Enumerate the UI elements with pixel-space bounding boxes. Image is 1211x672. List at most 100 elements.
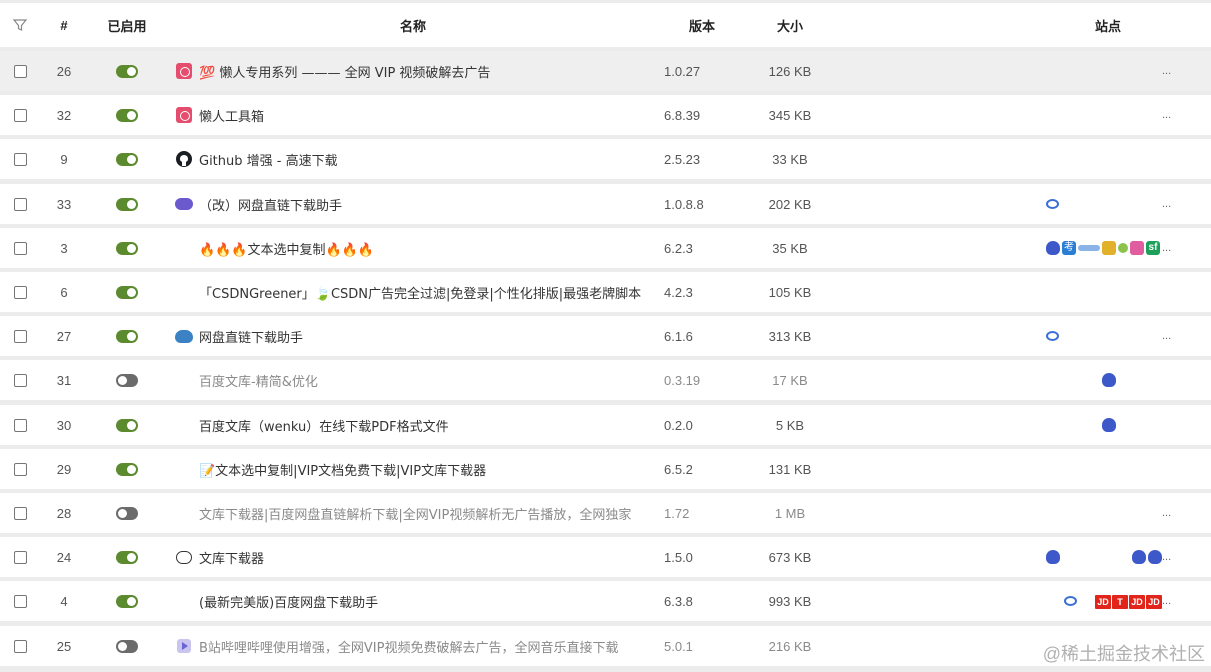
- script-name-cell[interactable]: B站哔哩哔哩使用增强，全网VIP视频免费破解去广告，全网音乐直接下载: [199, 626, 649, 666]
- row-checkbox[interactable]: [13, 373, 27, 387]
- jd-icon[interactable]: JD: [1129, 595, 1145, 609]
- row-checkbox[interactable]: [13, 285, 27, 299]
- script-name[interactable]: （改）网盘直链下载助手: [199, 195, 342, 214]
- script-name[interactable]: 百度文库（wenku）在线下载PDF格式文件: [199, 416, 449, 435]
- script-name-cell[interactable]: 百度文库（wenku）在线下载PDF格式文件: [199, 405, 649, 445]
- table-row[interactable]: 25 B站哔哩哔哩使用增强，全网VIP视频免费破解去广告，全网音乐直接下载 5.0.…: [0, 626, 1211, 666]
- row-checkbox[interactable]: [13, 241, 27, 255]
- row-checkbox[interactable]: [13, 197, 27, 211]
- colorful-icon[interactable]: [1130, 241, 1144, 255]
- enabled-toggle[interactable]: [116, 152, 138, 166]
- sites-more[interactable]: ...: [1162, 51, 1171, 91]
- enabled-toggle[interactable]: [116, 506, 138, 520]
- row-checkbox[interactable]: [13, 418, 27, 432]
- script-name[interactable]: 🔥🔥🔥文本选中复制🔥🔥🔥: [199, 239, 374, 258]
- script-name-cell[interactable]: 📝文本选中复制|VIP文档免费下载|VIP文库下载器: [199, 449, 649, 489]
- enabled-toggle[interactable]: [116, 373, 138, 387]
- script-name[interactable]: 💯 懒人专用系列 ——— 全网 VIP 视频破解去广告: [199, 62, 490, 81]
- table-row[interactable]: 32 懒人工具箱 6.8.39 345 KB...: [0, 95, 1211, 135]
- script-name[interactable]: (最新完美版)百度网盘下载助手: [199, 592, 378, 611]
- header-name[interactable]: 名称: [380, 3, 446, 47]
- sites-more[interactable]: ...: [1162, 581, 1171, 621]
- script-name-cell[interactable]: 「CSDNGreener」🍃CSDN广告完全过滤|免登录|个性化排版|最强老牌脚…: [199, 272, 649, 312]
- enabled-toggle[interactable]: [116, 241, 138, 255]
- row-checkbox[interactable]: [13, 639, 27, 653]
- script-name-cell[interactable]: 文库下载器|百度网盘直链解析下载|全网VIP视频解析无广告播放，全网独家: [199, 493, 649, 533]
- row-checkbox[interactable]: [13, 462, 27, 476]
- table-row[interactable]: 3 🔥🔥🔥文本选中复制🔥🔥🔥 6.2.3 35 KB 考 sf...: [0, 228, 1211, 268]
- sf-icon[interactable]: sf: [1146, 241, 1160, 255]
- enabled-toggle[interactable]: [116, 329, 138, 343]
- script-name-cell[interactable]: 💯 懒人专用系列 ——— 全网 VIP 视频破解去广告: [199, 51, 649, 91]
- sites-more[interactable]: ...: [1162, 228, 1171, 268]
- row-checkbox[interactable]: [13, 152, 27, 166]
- script-name[interactable]: 文库下载器: [199, 548, 264, 567]
- row-checkbox[interactable]: [13, 594, 27, 608]
- enabled-toggle[interactable]: [116, 594, 138, 608]
- script-name[interactable]: 文库下载器|百度网盘直链解析下载|全网VIP视频解析无广告播放，全网独家: [199, 504, 631, 523]
- table-row[interactable]: 27 网盘直链下载助手 6.1.6 313 KB...: [0, 316, 1211, 356]
- leaf-icon[interactable]: [1118, 243, 1128, 253]
- script-name[interactable]: 「CSDNGreener」🍃CSDN广告完全过滤|免登录|个性化排版|最强老牌脚…: [199, 283, 641, 302]
- sites-more[interactable]: ...: [1162, 184, 1171, 224]
- jd-t-icon[interactable]: T: [1112, 595, 1128, 609]
- script-name[interactable]: Github 增强 - 高速下载: [199, 150, 338, 169]
- enabled-toggle[interactable]: [116, 197, 138, 211]
- script-name-cell[interactable]: 百度文库-精简&优化: [199, 360, 649, 400]
- row-checkbox[interactable]: [13, 329, 27, 343]
- baidu-icon[interactable]: [1102, 418, 1116, 432]
- baidu-icon[interactable]: [1046, 241, 1060, 255]
- script-name[interactable]: 百度文库-精简&优化: [199, 371, 318, 390]
- enabled-toggle[interactable]: [116, 639, 138, 653]
- table-row[interactable]: 28 文库下载器|百度网盘直链解析下载|全网VIP视频解析无广告播放，全网独家 1.…: [0, 493, 1211, 533]
- baidu-icon[interactable]: [1148, 550, 1162, 564]
- header-enabled[interactable]: 已启用: [100, 3, 154, 47]
- script-name-cell[interactable]: 懒人工具箱: [199, 95, 649, 135]
- table-row[interactable]: 9 Github 增强 - 高速下载 2.5.23 33 KB: [0, 139, 1211, 179]
- enabled-toggle[interactable]: [116, 108, 138, 122]
- enabled-toggle[interactable]: [116, 550, 138, 564]
- jd-icons[interactable]: JD T JD JD: [1095, 593, 1163, 609]
- header-index[interactable]: #: [44, 3, 84, 47]
- baidu-icon[interactable]: [1132, 550, 1146, 564]
- table-row[interactable]: 6 「CSDNGreener」🍃CSDN广告完全过滤|免登录|个性化排版|最强老牌…: [0, 272, 1211, 312]
- table-row[interactable]: 30 百度文库（wenku）在线下载PDF格式文件 0.2.0 5 KB: [0, 405, 1211, 445]
- baidu-icon[interactable]: [1102, 373, 1116, 387]
- jd-icon[interactable]: JD: [1146, 595, 1162, 609]
- cross-icon[interactable]: [1102, 241, 1116, 255]
- row-checkbox[interactable]: [13, 64, 27, 78]
- script-name-cell[interactable]: 文库下载器: [199, 537, 649, 577]
- header-site[interactable]: 站点: [1088, 3, 1128, 47]
- enabled-toggle[interactable]: [116, 462, 138, 476]
- row-checkbox[interactable]: [13, 108, 27, 122]
- row-checkbox[interactable]: [13, 506, 27, 520]
- baidu-pan-icon[interactable]: [1064, 596, 1077, 606]
- sites-more[interactable]: ...: [1162, 316, 1171, 356]
- enabled-toggle[interactable]: [116, 64, 138, 78]
- table-row[interactable]: 24 文库下载器 1.5.0 673 KB...: [0, 537, 1211, 577]
- enabled-toggle[interactable]: [116, 285, 138, 299]
- table-row[interactable]: 29 📝文本选中复制|VIP文档免费下载|VIP文库下载器 6.5.2 131 KB: [0, 449, 1211, 489]
- baidu-icon[interactable]: [1046, 550, 1060, 564]
- wave-icon[interactable]: [1078, 245, 1100, 251]
- sites-more[interactable]: ...: [1162, 537, 1171, 577]
- script-name[interactable]: 网盘直链下载助手: [199, 327, 303, 346]
- header-version[interactable]: 版本: [682, 3, 722, 47]
- table-row[interactable]: 26 💯 懒人专用系列 ——— 全网 VIP 视频破解去广告 1.0.27 126 K…: [0, 51, 1211, 91]
- kao-icon[interactable]: 考: [1062, 241, 1076, 255]
- table-row[interactable]: 4 (最新完美版)百度网盘下载助手 6.3.8 993 KB JD T JD JD...: [0, 581, 1211, 621]
- script-name[interactable]: B站哔哩哔哩使用增强，全网VIP视频免费破解去广告，全网音乐直接下载: [199, 637, 619, 656]
- table-row[interactable]: 33 （改）网盘直链下载助手 1.0.8.8 202 KB...: [0, 184, 1211, 224]
- row-checkbox[interactable]: [13, 550, 27, 564]
- script-name-cell[interactable]: 网盘直链下载助手: [199, 316, 649, 356]
- header-size[interactable]: 大小: [770, 3, 810, 47]
- script-name-cell[interactable]: 🔥🔥🔥文本选中复制🔥🔥🔥: [199, 228, 649, 268]
- script-name[interactable]: 懒人工具箱: [199, 106, 264, 125]
- baidu-pan-icon[interactable]: [1046, 199, 1059, 209]
- script-name[interactable]: 📝文本选中复制|VIP文档免费下载|VIP文库下载器: [199, 460, 486, 479]
- filter-icon[interactable]: [12, 3, 28, 47]
- sites-more[interactable]: ...: [1162, 95, 1171, 135]
- script-name-cell[interactable]: Github 增强 - 高速下载: [199, 139, 649, 179]
- baidu-pan-icon[interactable]: [1046, 331, 1059, 341]
- script-name-cell[interactable]: （改）网盘直链下载助手: [199, 184, 649, 224]
